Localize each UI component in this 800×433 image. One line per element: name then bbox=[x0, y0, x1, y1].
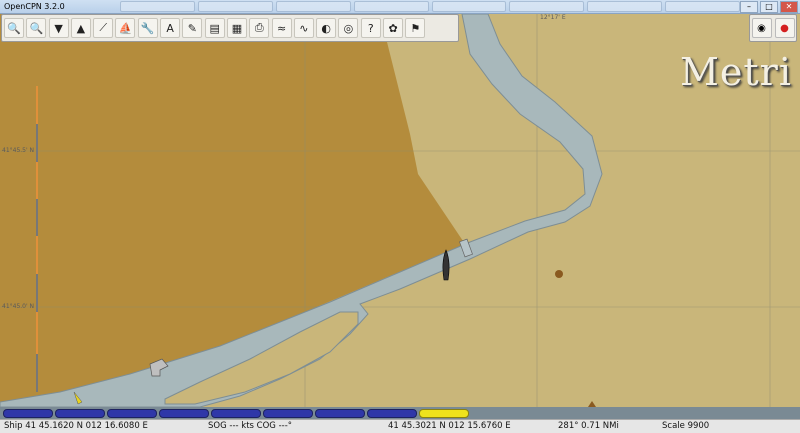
chart-piano-bar bbox=[0, 407, 800, 419]
route-manager-button[interactable]: ▦ bbox=[226, 18, 247, 38]
chart-scale: Scale 9900 bbox=[662, 421, 710, 431]
taskbar-tab[interactable] bbox=[431, 1, 507, 12]
chart-quilt-icon: ▤ bbox=[209, 21, 220, 35]
place-name-label: Metri bbox=[680, 50, 792, 94]
sog-cog: SOG --- kts COG ---° bbox=[208, 421, 293, 431]
taskbar-tab[interactable] bbox=[587, 1, 663, 12]
status-bar: Ship 41 45.1620 N 012 16.6080 E SOG --- … bbox=[0, 419, 800, 433]
taskbar-tab[interactable] bbox=[197, 1, 273, 12]
tide-button[interactable]: ≈ bbox=[271, 18, 292, 38]
text-icon: A bbox=[166, 21, 174, 35]
chart-piano-key[interactable] bbox=[55, 408, 105, 418]
compass-button[interactable]: ◉ bbox=[751, 18, 772, 38]
chart-piano-key[interactable] bbox=[107, 408, 157, 418]
taskbar-tab[interactable] bbox=[509, 1, 585, 12]
scale-in-icon: ▼ bbox=[54, 21, 63, 35]
chart-quilt-button[interactable]: ▤ bbox=[204, 18, 225, 38]
right-toolbar: ◉ ● bbox=[749, 14, 797, 42]
ship-position: Ship 41 45.1620 N 012 16.6080 E bbox=[4, 421, 148, 431]
gps-status-icon: ● bbox=[780, 22, 789, 34]
plugin-button[interactable]: ✿ bbox=[383, 18, 404, 38]
minimize-button[interactable]: – bbox=[740, 1, 758, 13]
buoy-marker bbox=[555, 270, 563, 278]
chart-piano-key[interactable] bbox=[263, 408, 313, 418]
tide-icon: ≈ bbox=[276, 21, 287, 35]
latitude-label: 41°45.0' N bbox=[2, 303, 35, 310]
chart-piano-key[interactable] bbox=[3, 408, 53, 418]
ais-button[interactable]: ⚑ bbox=[405, 18, 426, 38]
zoom-in-button[interactable]: 🔍 bbox=[4, 18, 24, 38]
zoom-in-icon: 🔍 bbox=[7, 21, 21, 35]
window-title: OpenCPN 3.2.0 bbox=[4, 2, 65, 11]
cursor-position: 41 45.3021 N 012 15.6760 E bbox=[388, 421, 511, 431]
chart-piano-key[interactable] bbox=[211, 408, 261, 418]
settings-button[interactable]: 🔧 bbox=[137, 18, 158, 38]
route-icon: ⟋ bbox=[99, 21, 108, 34]
scale-in-button[interactable]: ▼ bbox=[48, 18, 69, 38]
main-toolbar: 🔍 🔍 ▼ ▲ ⟋ ⛵ 🔧 A ✎ ▤ ▦ ⎙ ≈ ∿ ◐ ◎? ✿ ⚑ bbox=[1, 14, 459, 42]
print-button[interactable]: ⎙ bbox=[249, 18, 270, 38]
chart-piano-key[interactable] bbox=[419, 408, 469, 418]
plugin-icon: ✿ bbox=[388, 21, 398, 35]
bearing-distance: 281° 0.71 NMi bbox=[558, 421, 619, 431]
latitude-label: 41°45.5' N bbox=[2, 147, 35, 154]
maximize-button[interactable]: □ bbox=[760, 1, 778, 13]
auto-follow-button[interactable]: ⛵ bbox=[115, 18, 136, 38]
scale-out-button[interactable]: ▲ bbox=[70, 18, 91, 38]
chart-piano-key[interactable] bbox=[367, 408, 417, 418]
color-scheme-icon: ◐ bbox=[321, 21, 331, 35]
mob-icon: ◎ bbox=[343, 21, 354, 35]
track-icon: ∿ bbox=[299, 21, 309, 35]
browser-tabs bbox=[120, 1, 740, 12]
zoom-out-icon: 🔍 bbox=[29, 21, 44, 35]
taskbar-tab[interactable] bbox=[120, 1, 195, 12]
gps-status-button[interactable]: ● bbox=[774, 18, 795, 38]
chart-piano-key[interactable] bbox=[159, 408, 209, 418]
color-scheme-button[interactable]: ◐ bbox=[316, 18, 337, 38]
route-button[interactable]: ⟋ bbox=[93, 18, 114, 38]
close-button[interactable]: ✕ bbox=[780, 1, 798, 13]
window-controls: – □ ✕ bbox=[740, 1, 798, 13]
title-bar: OpenCPN 3.2.0 – □ ✕ bbox=[0, 0, 800, 14]
taskbar-tab[interactable] bbox=[275, 1, 351, 12]
compass-icon: ◉ bbox=[757, 22, 766, 34]
chart-piano-key[interactable] bbox=[315, 408, 365, 418]
auto-follow-icon: ⛵ bbox=[118, 21, 133, 35]
taskbar-tab[interactable] bbox=[665, 1, 740, 12]
help-button[interactable]: ? bbox=[360, 18, 381, 38]
text-button[interactable]: A bbox=[160, 18, 181, 38]
longitude-label: 12°17' E bbox=[540, 14, 566, 21]
current-button[interactable]: ✎ bbox=[182, 18, 203, 38]
print-icon: ⎙ bbox=[254, 21, 264, 34]
route-manager-icon: ▦ bbox=[231, 21, 243, 35]
help-icon: ? bbox=[367, 21, 374, 35]
ais-icon: ⚑ bbox=[410, 21, 421, 35]
scale-out-icon: ▲ bbox=[76, 21, 86, 35]
mob-button[interactable]: ◎ bbox=[338, 18, 359, 38]
current-icon: ✎ bbox=[187, 21, 197, 35]
settings-icon: 🔧 bbox=[140, 21, 155, 35]
taskbar-tab[interactable] bbox=[353, 1, 429, 12]
zoom-out-button[interactable]: 🔍 bbox=[26, 18, 47, 38]
track-button[interactable]: ∿ bbox=[293, 18, 314, 38]
